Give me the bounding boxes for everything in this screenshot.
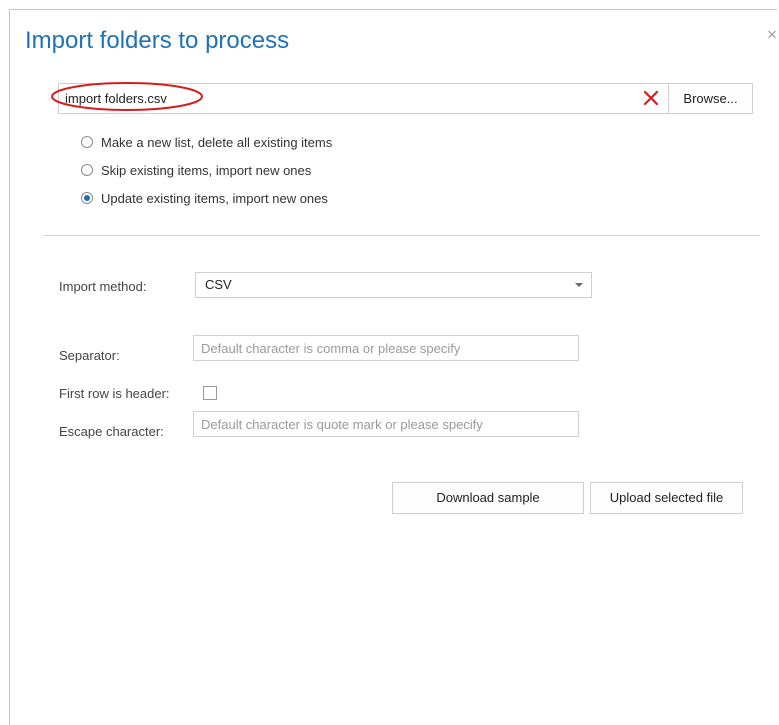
import-method-label: Import method: (59, 279, 147, 294)
import-mode-label: Make a new list, delete all existing ite… (101, 134, 333, 150)
separator-input[interactable] (193, 335, 579, 361)
import-method-select[interactable]: CSV (195, 272, 592, 298)
upload-selected-file-button[interactable]: Upload selected file (590, 482, 743, 514)
radio-update-existing[interactable] (81, 192, 93, 204)
file-name-field[interactable]: import folders.csv (65, 91, 167, 106)
download-sample-button[interactable]: Download sample (392, 482, 584, 514)
clear-file-icon[interactable] (642, 89, 660, 107)
import-mode-option-update-existing[interactable]: Update existing items, import new ones (81, 186, 332, 210)
radio-skip-existing[interactable] (81, 164, 93, 176)
first-row-header-label: First row is header: (59, 386, 170, 401)
import-mode-label: Update existing items, import new ones (101, 190, 328, 206)
dialog-title: Import folders to process (25, 27, 290, 54)
import-mode-option-skip-existing[interactable]: Skip existing items, import new ones (81, 158, 332, 182)
import-dialog: Import folders to process × import folde… (9, 9, 777, 725)
chevron-down-icon (575, 283, 583, 287)
escape-character-label: Escape character: (59, 424, 164, 439)
import-mode-label: Skip existing items, import new ones (101, 162, 312, 178)
escape-character-input[interactable] (193, 411, 579, 437)
import-mode-option-new-list[interactable]: Make a new list, delete all existing ite… (81, 130, 332, 154)
import-method-value: CSV (205, 277, 232, 292)
file-picker: import folders.csv Browse... (51, 82, 753, 114)
import-mode-group: Make a new list, delete all existing ite… (81, 130, 332, 214)
radio-new-list[interactable] (81, 136, 93, 148)
separator-label: Separator: (59, 348, 120, 363)
close-icon[interactable]: × (764, 26, 779, 43)
browse-button[interactable]: Browse... (668, 83, 753, 114)
first-row-header-checkbox[interactable] (203, 386, 217, 400)
section-divider (43, 235, 760, 236)
